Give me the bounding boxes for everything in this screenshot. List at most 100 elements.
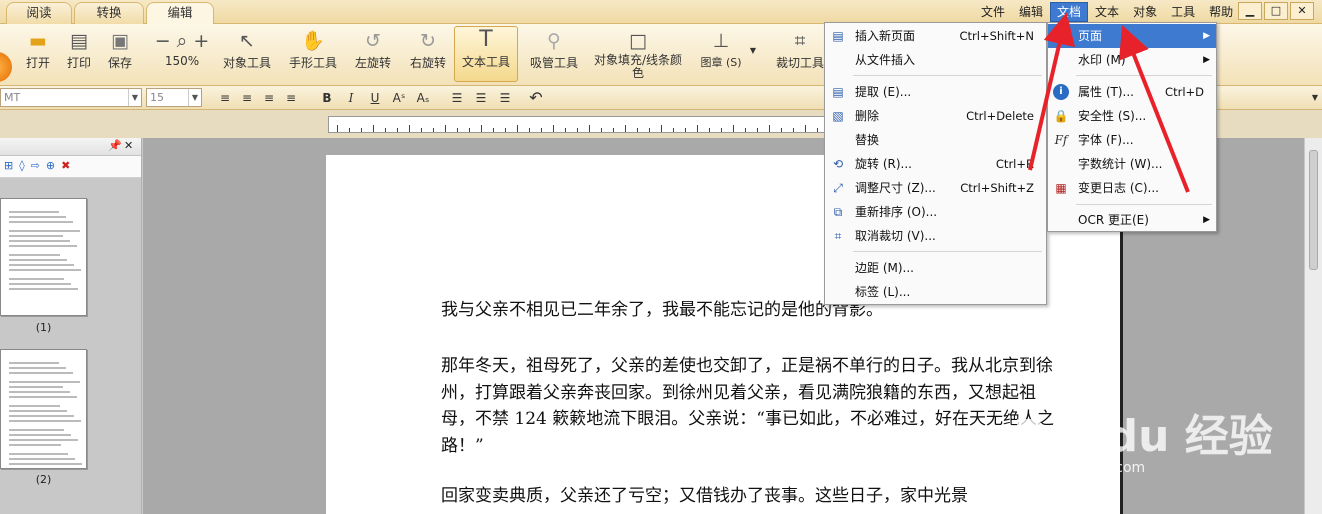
eyedropper-button[interactable]: ⚲ 吸管工具 [527,28,581,71]
menu-item-replace[interactable]: 替换 [825,128,1046,152]
document-paragraph[interactable]: 那年冬天，祖母死了，父亲的差使也交卸了，正是祸不单行的日子。我从北京到徐州，打算… [441,353,1066,459]
menu-item-delete[interactable]: ▧ 删除 Ctrl+Delete [825,104,1046,128]
eyedropper-icon: ⚲ [547,30,561,52]
thumbnail-text-line [9,439,78,441]
tab-convert[interactable]: 转换 [74,2,144,24]
tab-edit[interactable]: 编辑 [146,2,214,24]
chevron-down-icon[interactable]: ▼ [128,89,141,106]
underline-icon[interactable]: U [366,89,384,107]
menu-item-label: OCR 更正(E) [1078,213,1149,227]
undo-icon[interactable]: ↶ [527,89,545,107]
close-button[interactable]: ✕ [1290,2,1314,20]
menu-edit[interactable]: 编辑 [1012,2,1050,22]
menu-item-label: 水印 (M) [1078,53,1126,67]
paragraph-spacing-icon[interactable]: ☰ [472,89,490,107]
menu-item-changelog[interactable]: ▦ 变更日志 (C)... [1048,176,1216,200]
menu-item-label: 属性 (T)... [1078,85,1134,99]
font-name-combo[interactable]: MT ▼ [0,88,142,107]
font-size-combo[interactable]: 15 ▼ [146,88,202,107]
indent-icon[interactable]: ☰ [496,89,514,107]
window-controls: ▁ □ ✕ [1238,2,1314,20]
minimize-button[interactable]: ▁ [1238,2,1262,20]
align-justify-icon[interactable]: ≡ [282,89,300,107]
export-page-icon[interactable]: ⇨ [31,159,40,174]
fill-color-button[interactable]: □ 对象填充/线条颜色 [592,28,684,80]
chevron-right-icon: ▶ [1203,31,1210,41]
menu-item-label: 字数统计 (W)... [1078,157,1163,171]
close-icon[interactable]: ✕ [124,139,133,152]
save-button[interactable]: ▣ 保存 [104,28,136,71]
menu-item-security[interactable]: 🔒 安全性 (S)... [1048,104,1216,128]
object-tool-button[interactable]: ↖ 对象工具 [220,28,274,71]
panel-toolbar: ⊞ ◊ ⇨ ⊕ ✖ [0,156,141,178]
rotate-right-button[interactable]: ↻ 右旋转 [406,28,450,71]
menu-file[interactable]: 文件 [974,2,1012,22]
print-label: 打印 [66,56,91,70]
add-page-icon[interactable]: ⊞ [4,159,13,174]
bold-icon[interactable]: B [318,89,336,107]
chevron-down-icon[interactable]: ▼ [188,89,201,106]
menu-text[interactable]: 文本 [1088,2,1126,22]
menu-item-rotate[interactable]: ⟲ 旋转 (R)... Ctrl+R [825,152,1046,176]
menu-item-ocr-correction[interactable]: OCR 更正(E) ▶ [1048,208,1216,232]
menu-item-uncrop[interactable]: ⌗ 取消裁切 (V)... [825,224,1046,248]
scrollbar-thumb[interactable] [1309,150,1318,270]
align-center-icon[interactable]: ≡ [238,89,256,107]
menu-item-margins[interactable]: 边距 (M)... [825,256,1046,280]
rotate-left-button[interactable]: ↺ 左旋转 [351,28,395,71]
page-thumbnail[interactable] [0,198,87,316]
uncrop-icon: ⌗ [834,229,842,243]
menu-item-insert-page[interactable]: ▤ 插入新页面 Ctrl+Shift+N [825,24,1046,48]
vertical-scrollbar[interactable] [1304,138,1322,514]
ruler-tick [757,128,758,132]
zoom-level: 150% [164,54,200,68]
panel-header: 📌 ✕ [0,138,141,156]
menu-item-word-count[interactable]: 字数统计 (W)... [1048,152,1216,176]
page-thumbnail[interactable] [0,349,87,469]
menu-item-shortcut: Ctrl+Delete [966,109,1034,123]
menu-item-labels[interactable]: 标签 (L)... [825,280,1046,304]
align-left-icon[interactable]: ≡ [216,89,234,107]
align-right-icon[interactable]: ≡ [260,89,278,107]
menu-item-reorder[interactable]: ⧉ 重新排序 (O)... [825,200,1046,224]
delete-page-icon[interactable]: ✖ [61,159,70,174]
menu-item-fonts[interactable]: Ff 字体 (F)... [1048,128,1216,152]
stamp-dropdown[interactable]: ▼ [748,46,758,55]
crop-tool-button[interactable]: ⌗ 裁切工具 [774,28,826,71]
menu-help[interactable]: 帮助 [1202,2,1240,22]
menu-item-insert-from-file[interactable]: 从文件插入 [825,48,1046,72]
extract-icon: ▤ [832,85,844,99]
font-name-value: MT [4,91,21,104]
menu-object[interactable]: 对象 [1126,2,1164,22]
menu-item-watermark[interactable]: 水印 (M) ▶ [1048,48,1216,72]
menu-document[interactable]: 文档 [1050,2,1089,22]
superscript-icon[interactable]: Aˢ [390,89,408,107]
extract-page-icon[interactable]: ⊕ [46,159,55,174]
line-spacing-icon[interactable]: ☰ [448,89,466,107]
hand-tool-button[interactable]: ✋ 手形工具 [286,28,340,71]
print-button[interactable]: ▤ 打印 [63,28,95,71]
thumbnail-text-line [9,245,77,247]
italic-icon[interactable]: I [342,89,360,107]
text-tool-button[interactable]: T 文本工具 [454,26,518,82]
menu-item-page[interactable]: 页面 ▶ [1048,24,1216,48]
zoom-control[interactable]: − ⌕ + 150% [150,28,214,68]
thumbnail-text-line [9,278,64,280]
erase-page-icon[interactable]: ◊ [19,159,24,174]
stamp-button[interactable]: ⊥ 图章 (S) [698,28,744,70]
menu-item-extract[interactable]: ▤ 提取 (E)... [825,80,1046,104]
chevron-down-icon[interactable]: ▼ [1306,89,1322,107]
pin-icon[interactable]: 📌 [108,139,122,152]
open-button[interactable]: ▬ 打开 [22,28,54,71]
menu-item-label: 标签 (L)... [855,285,911,299]
tab-read[interactable]: 阅读 [6,2,72,24]
menu-item-properties[interactable]: i 属性 (T)... Ctrl+D [1048,80,1216,104]
menu-item-label: 插入新页面 [855,29,916,43]
menu-item-resize[interactable]: ⤢ 调整尺寸 (Z)... Ctrl+Shift+Z [825,176,1046,200]
subscript-icon[interactable]: Aₛ [414,89,432,107]
menu-bar: 文件 编辑 文档 文本 对象 工具 帮助 [974,2,1240,22]
app-orb[interactable] [0,52,12,82]
maximize-button[interactable]: □ [1264,2,1288,20]
menu-tools[interactable]: 工具 [1164,2,1202,22]
document-paragraph[interactable]: 回家变卖典质，父亲还了亏空；又借钱办了丧事。这些日子，家中光景 [441,483,1066,510]
